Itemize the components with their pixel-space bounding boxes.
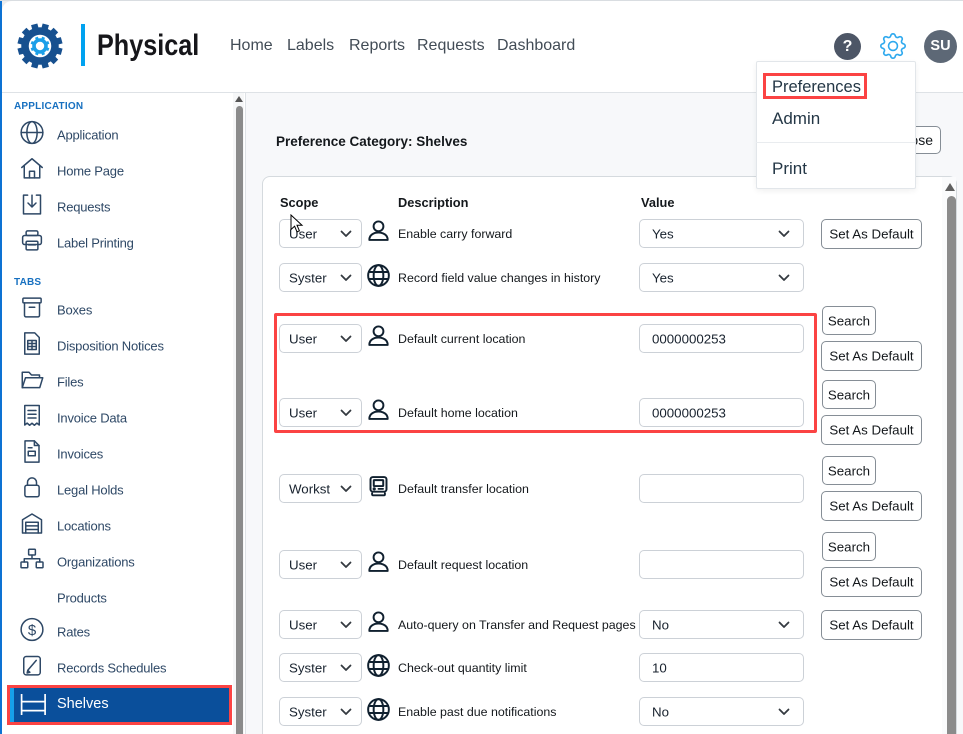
svg-text:$: $ (28, 622, 37, 639)
